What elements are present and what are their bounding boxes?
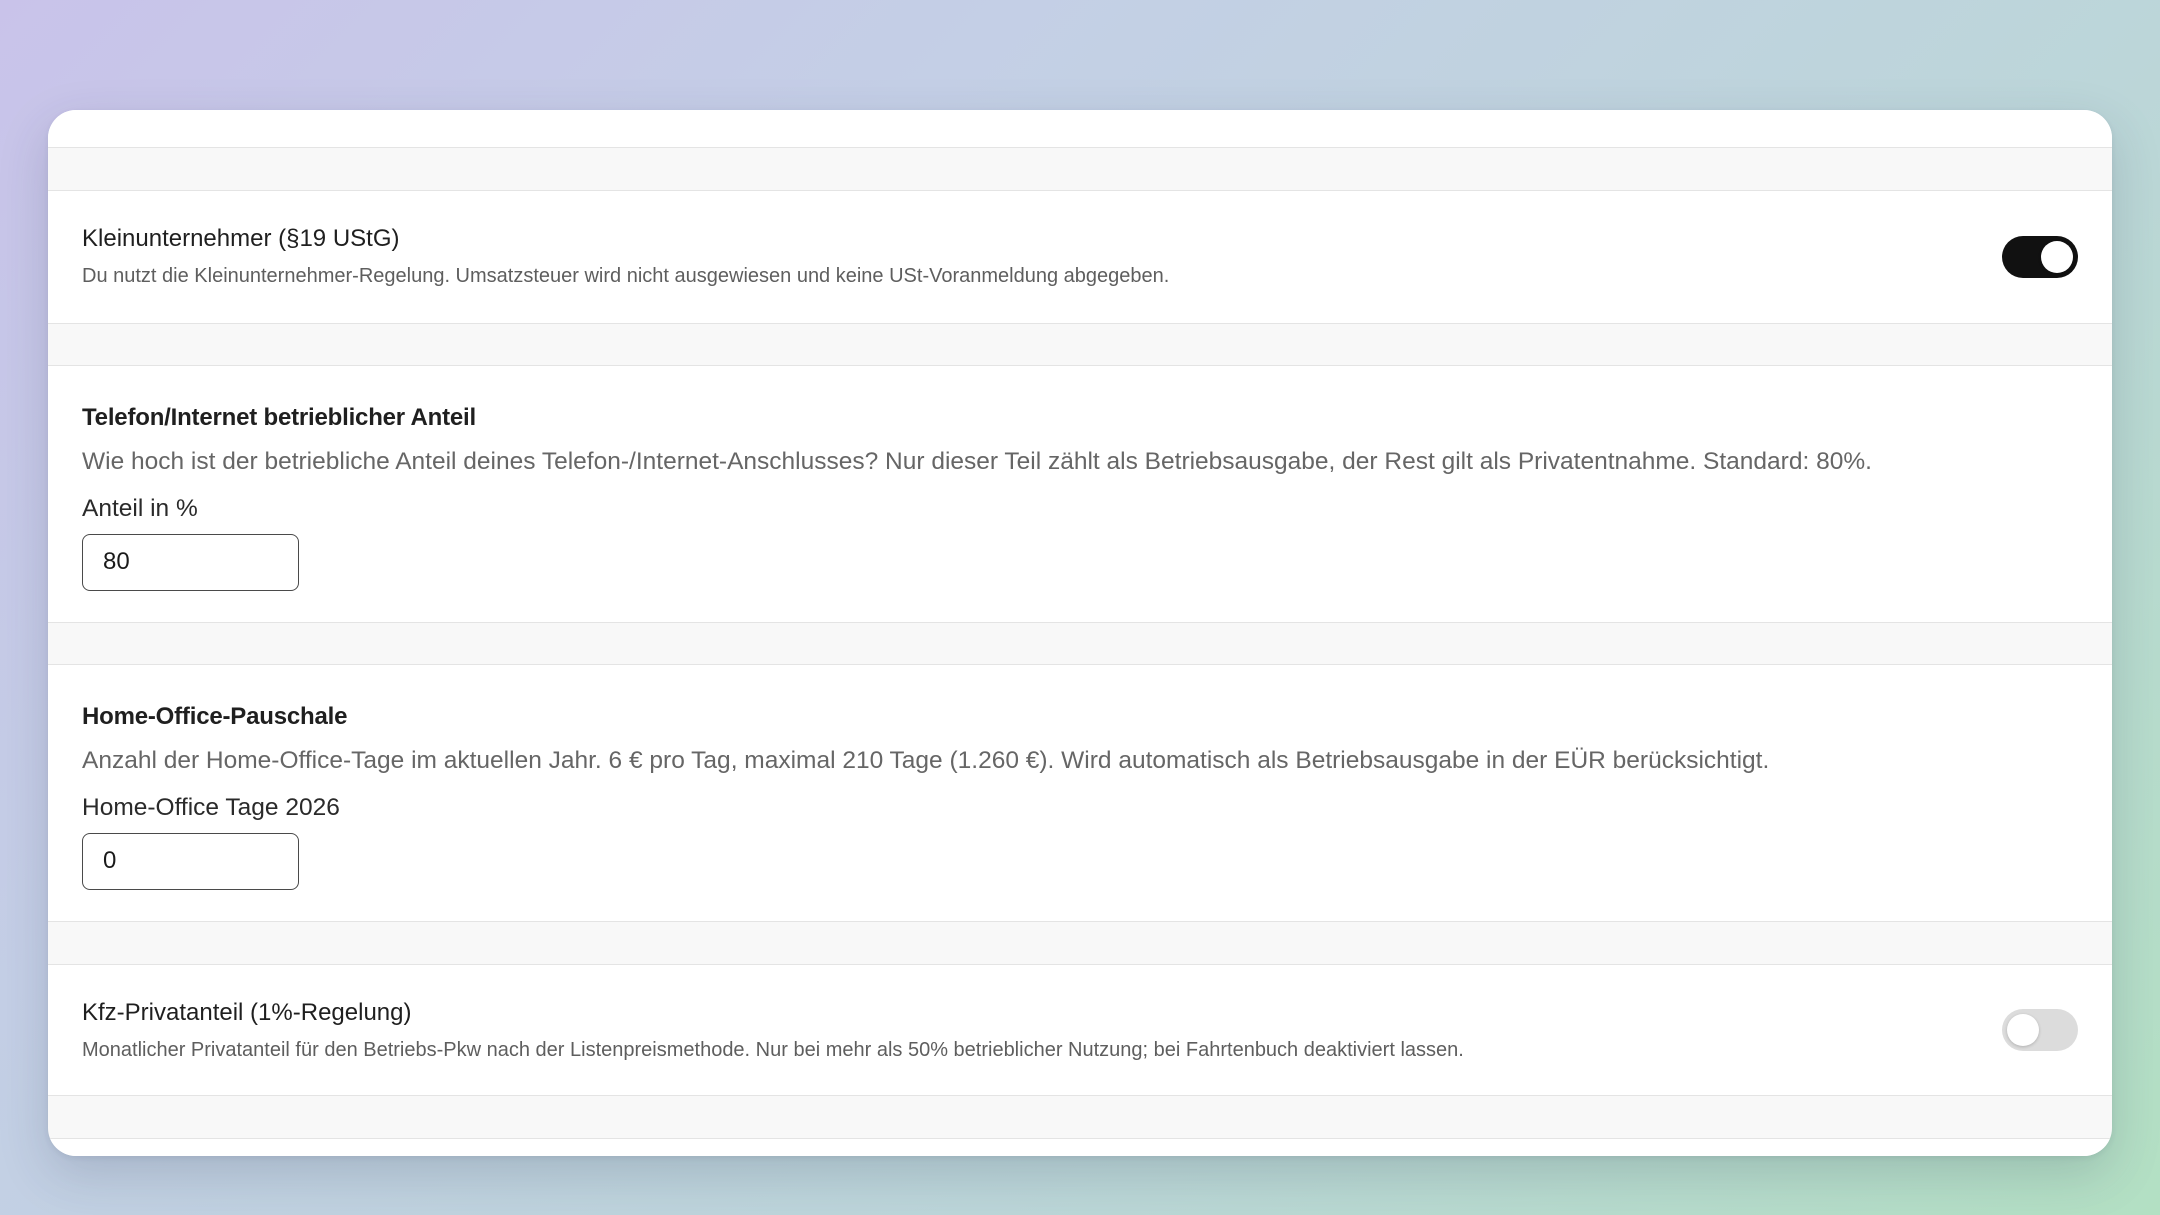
kleinunternehmer-title: Kleinunternehmer (§19 UStG) — [82, 225, 400, 252]
homeoffice-description: Anzahl der Home-Office-Tage im aktuellen… — [82, 746, 1770, 774]
kleinunternehmer-toggle[interactable] — [2002, 236, 2078, 278]
homeoffice-tage-input[interactable] — [82, 832, 299, 890]
kfz-description: Monatlicher Privatanteil für den Betrieb… — [82, 1038, 1464, 1061]
telefon-description: Wie hoch ist der betriebliche Anteil dei… — [82, 447, 1872, 475]
setting-home-office: Home-Office-Pauschale Anzahl der Home-Of… — [48, 664, 2112, 922]
settings-window: Kleinunternehmer (§19 UStG) Du nutzt die… — [48, 110, 2112, 1156]
kfz-toggle[interactable] — [2002, 1009, 2078, 1051]
toggle-knob — [2041, 241, 2073, 273]
homeoffice-field-label: Home-Office Tage 2026 — [82, 794, 340, 822]
kfz-title: Kfz-Privatanteil (1%-Regelung) — [82, 999, 412, 1026]
telefon-title: Telefon/Internet betrieblicher Anteil — [82, 404, 476, 431]
setting-telefon-internet: Telefon/Internet betrieblicher Anteil Wi… — [48, 365, 2112, 623]
next-section-edge — [48, 1138, 2112, 1156]
toggle-knob — [2007, 1014, 2039, 1046]
kleinunternehmer-description: Du nutzt die Kleinunternehmer-Regelung. … — [82, 264, 1170, 287]
setting-kfz-privatanteil: Kfz-Privatanteil (1%-Regelung) Monatlich… — [48, 964, 2112, 1096]
telefon-field-label: Anteil in % — [82, 495, 198, 523]
setting-kleinunternehmer: Kleinunternehmer (§19 UStG) Du nutzt die… — [48, 190, 2112, 324]
previous-section-edge — [48, 110, 2112, 148]
homeoffice-title: Home-Office-Pauschale — [82, 703, 348, 730]
telefon-anteil-input[interactable] — [82, 533, 299, 591]
